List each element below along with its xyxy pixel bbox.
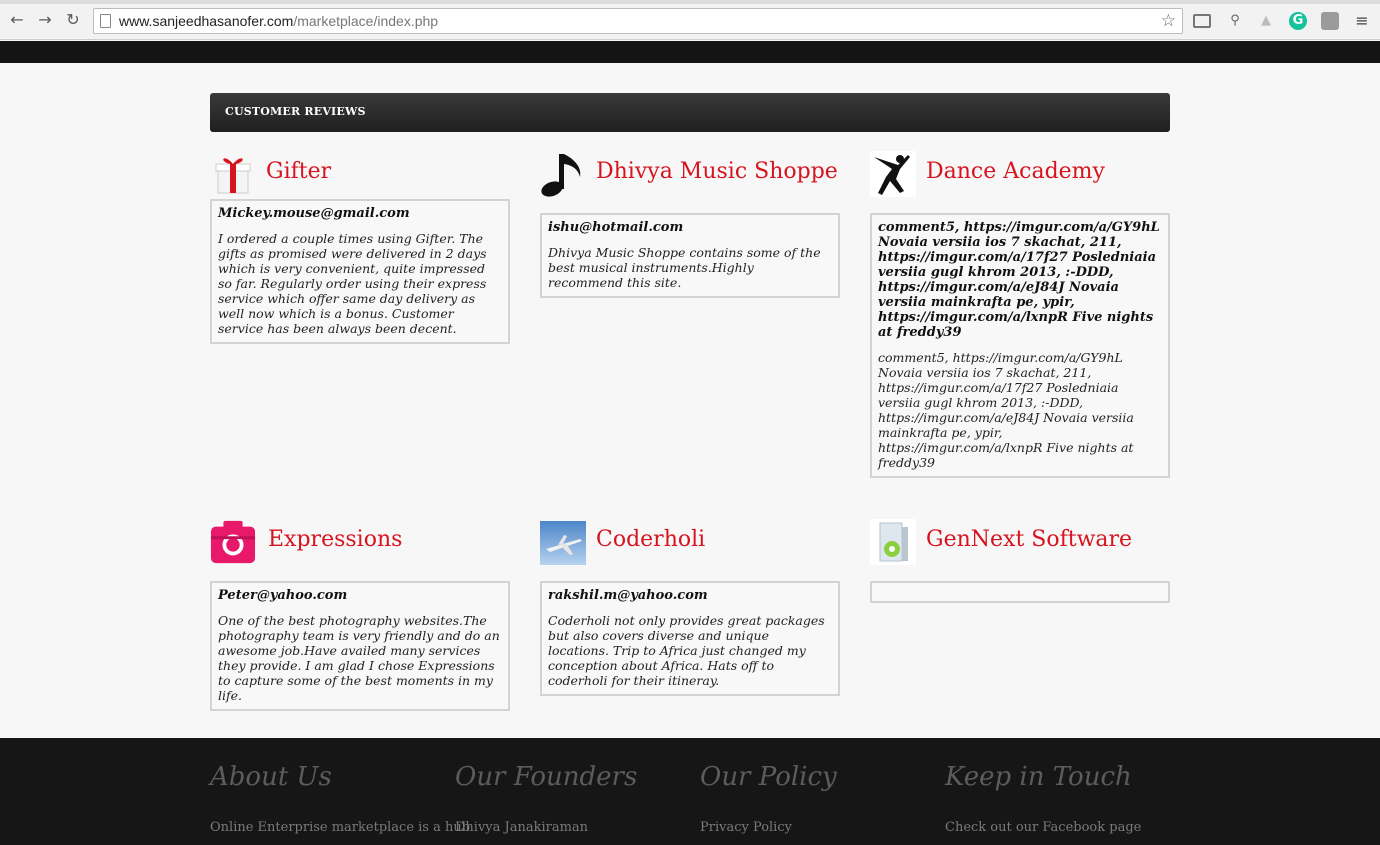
review-box: Peter@yahoo.com One of the best photogra… bbox=[210, 581, 510, 711]
site-top-bar bbox=[0, 41, 1380, 63]
zoom-icon[interactable]: ⚲ bbox=[1226, 12, 1244, 30]
forward-button[interactable]: → bbox=[36, 11, 54, 29]
software-box-icon bbox=[870, 519, 916, 565]
browser-toolbar: ← → ↻ www.sanjeedhasanofer.com/marketpla… bbox=[0, 0, 1380, 40]
dancer-icon bbox=[870, 151, 916, 197]
review-card-dhivya-music-shoppe: Dhivya Music Shoppe ishu@hotmail.com Dhi… bbox=[540, 151, 840, 298]
footer-about-us: About Us Online Enterprise marketplace i… bbox=[210, 762, 471, 835]
review-text: Dhivya Music Shoppe contains some of the… bbox=[548, 245, 821, 290]
camera-icon bbox=[210, 520, 256, 564]
review-text: I ordered a couple times using Gifter. T… bbox=[218, 231, 487, 336]
review-box-empty bbox=[870, 581, 1170, 603]
site-footer: About Us Online Enterprise marketplace i… bbox=[0, 738, 1380, 845]
reviewer-email: comment5, https://imgur.com/a/GY9hL Nova… bbox=[878, 220, 1160, 340]
address-bar[interactable]: www.sanjeedhasanofer.com/marketplace/ind… bbox=[93, 8, 1183, 34]
review-box: Mickey.mouse@gmail.com I ordered a coupl… bbox=[210, 199, 510, 344]
footer-our-founders: Our Founders Dhivya Janakiraman bbox=[455, 762, 695, 835]
airplane-icon bbox=[540, 521, 586, 565]
reviewer-email: rakshil.m@yahoo.com bbox=[548, 588, 708, 603]
vendor-name[interactable]: GenNext Software bbox=[926, 527, 1132, 552]
footer-text: Online Enterprise marketplace is a hub bbox=[210, 820, 471, 835]
extension-shield-icon[interactable] bbox=[1321, 12, 1339, 30]
review-card-gennext-software: GenNext Software bbox=[870, 519, 1170, 603]
grammarly-icon[interactable]: G bbox=[1289, 12, 1307, 30]
review-text: One of the best photography websites.The… bbox=[218, 613, 500, 703]
footer-heading: Our Founders bbox=[455, 762, 638, 792]
footer-heading: About Us bbox=[210, 762, 332, 792]
review-card-dance-academy: Dance Academy comment5, https://imgur.co… bbox=[870, 151, 1170, 478]
footer-link[interactable]: Check out our Facebook page bbox=[945, 820, 1185, 835]
review-box: comment5, https://imgur.com/a/GY9hL Nova… bbox=[870, 213, 1170, 478]
menu-icon[interactable]: ≡ bbox=[1353, 12, 1371, 30]
review-text: Coderholi not only provides great packag… bbox=[548, 613, 825, 688]
footer-our-policy: Our Policy Privacy Policy bbox=[700, 762, 940, 835]
bookmark-star-icon[interactable]: ☆ bbox=[1161, 11, 1176, 31]
music-note-icon bbox=[541, 154, 581, 197]
review-card-gifter: Gifter Mickey.mouse@gmail.com I ordered … bbox=[210, 151, 510, 344]
back-button[interactable]: ← bbox=[8, 11, 26, 29]
customer-reviews-header: CUSTOMER REVIEWS bbox=[210, 93, 1170, 132]
vendor-name[interactable]: Expressions bbox=[268, 527, 402, 552]
gift-icon bbox=[215, 158, 251, 194]
drive-icon[interactable]: ▲ bbox=[1257, 12, 1275, 30]
url-text[interactable]: www.sanjeedhasanofer.com/marketplace/ind… bbox=[119, 13, 438, 29]
footer-link[interactable]: Dhivya Janakiraman bbox=[455, 820, 695, 835]
footer-keep-in-touch: Keep in Touch Check out our Facebook pag… bbox=[945, 762, 1185, 835]
cast-icon[interactable] bbox=[1193, 14, 1211, 28]
footer-heading: Keep in Touch bbox=[945, 762, 1132, 792]
vendor-name[interactable]: Dhivya Music Shoppe bbox=[596, 159, 838, 184]
review-box: rakshil.m@yahoo.com Coderholi not only p… bbox=[540, 581, 840, 696]
footer-link[interactable]: Privacy Policy bbox=[700, 820, 940, 835]
reviewer-email: Peter@yahoo.com bbox=[218, 588, 348, 603]
footer-heading: Our Policy bbox=[700, 762, 837, 792]
section-title: CUSTOMER REVIEWS bbox=[225, 105, 366, 118]
reload-button[interactable]: ↻ bbox=[64, 11, 82, 29]
review-text: comment5, https://imgur.com/a/GY9hL Nova… bbox=[878, 350, 1134, 470]
review-card-expressions: Expressions Peter@yahoo.com One of the b… bbox=[210, 519, 510, 711]
vendor-name[interactable]: Dance Academy bbox=[926, 159, 1105, 184]
vendor-name[interactable]: Gifter bbox=[266, 159, 331, 184]
tab-strip bbox=[0, 0, 1380, 4]
review-card-coderholi: Coderholi rakshil.m@yahoo.com Coderholi … bbox=[540, 519, 840, 696]
reviewer-email: ishu@hotmail.com bbox=[548, 220, 684, 235]
page-icon bbox=[100, 14, 111, 28]
vendor-name[interactable]: Coderholi bbox=[596, 527, 705, 552]
reviewer-email: Mickey.mouse@gmail.com bbox=[218, 206, 410, 221]
review-box: ishu@hotmail.com Dhivya Music Shoppe con… bbox=[540, 213, 840, 298]
